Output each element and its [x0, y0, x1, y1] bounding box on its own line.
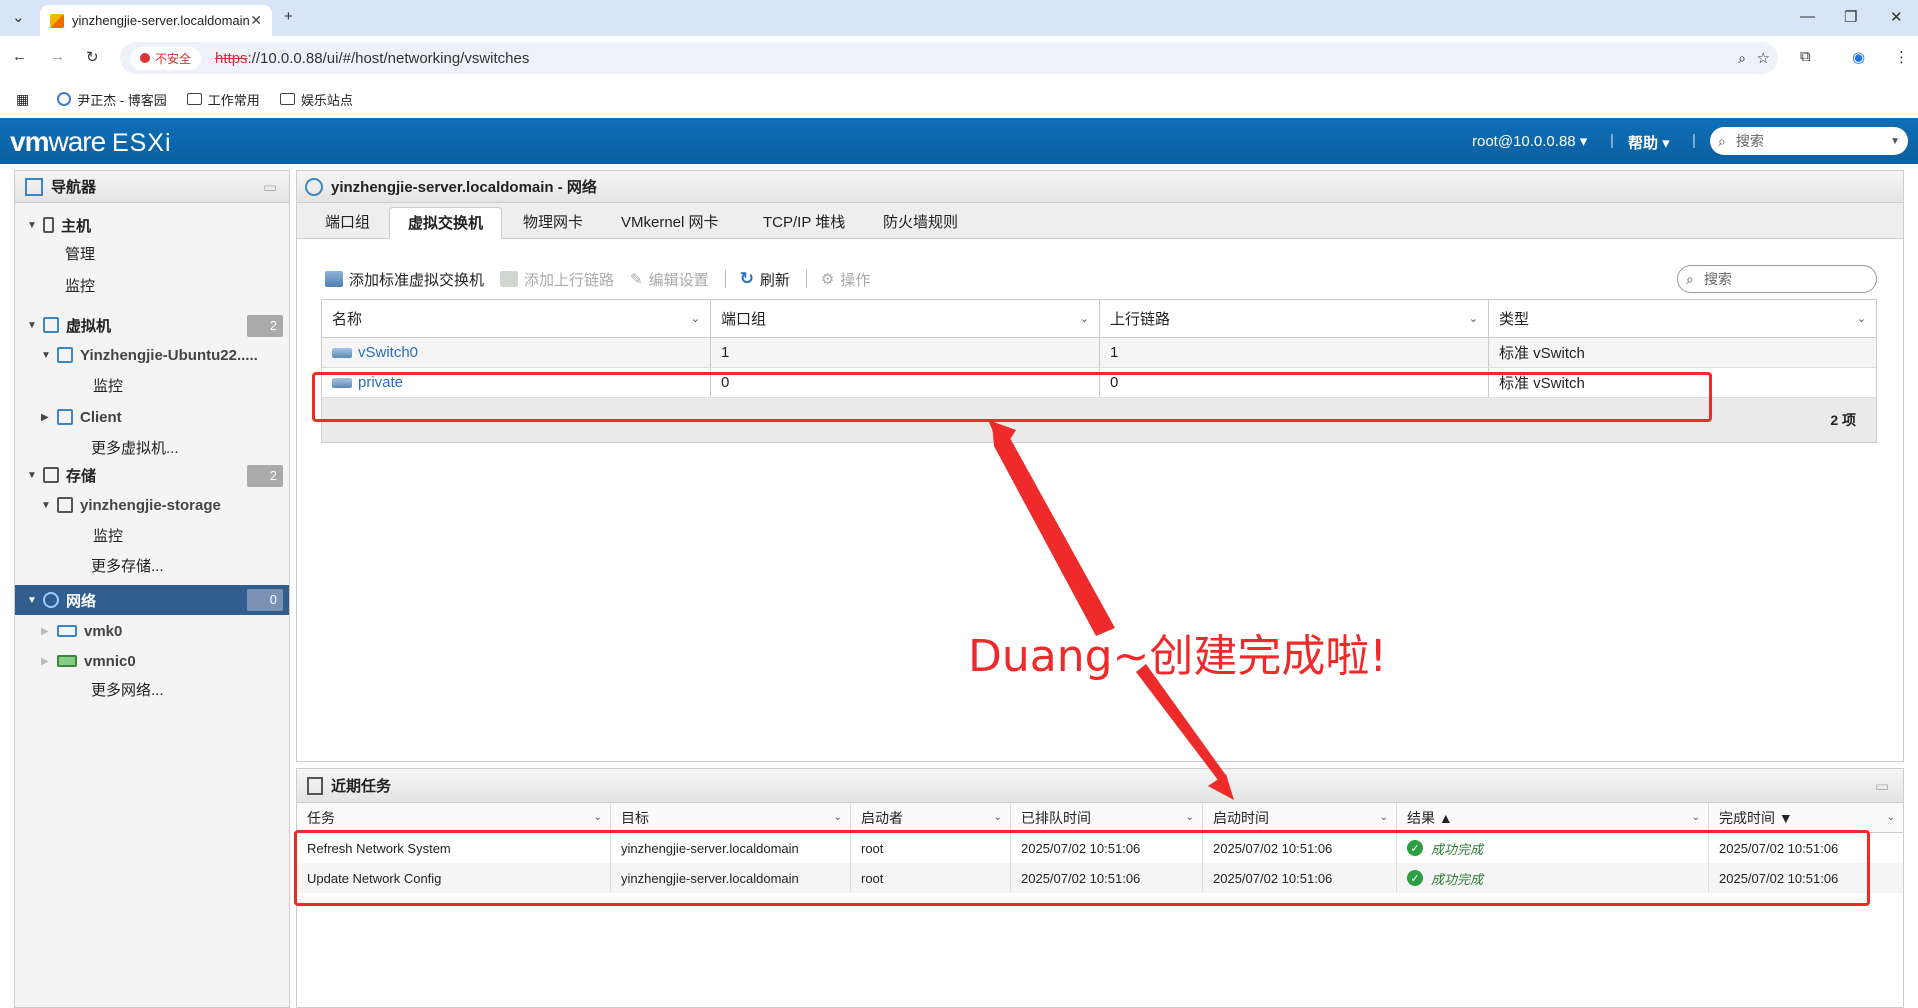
annotation-arrows [988, 420, 1234, 800]
annotation-text: Duang~创建完成啦! [968, 631, 1388, 682]
